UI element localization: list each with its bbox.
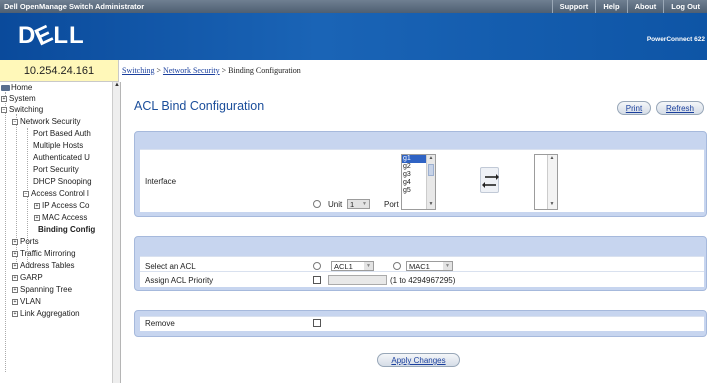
chevron-down-icon: ▼ xyxy=(364,262,373,270)
expand-icon[interactable]: + xyxy=(34,214,40,221)
priority-checkbox[interactable] xyxy=(313,276,321,284)
priority-label: Assign ACL Priority xyxy=(145,276,214,285)
help-link[interactable]: Help xyxy=(595,0,626,13)
tree-item-switching[interactable]: − Switching xyxy=(1,105,43,114)
tree-item-system[interactable]: + System xyxy=(1,94,36,103)
unit-port-radio[interactable] xyxy=(313,200,321,208)
scroll-down-icon[interactable]: ▼ xyxy=(548,201,556,209)
selected-port-list[interactable]: ▲ ▼ xyxy=(534,154,558,210)
expand-icon[interactable]: + xyxy=(12,238,18,245)
expand-icon[interactable]: + xyxy=(12,274,18,281)
tree-item-dhcp-snooping[interactable]: DHCP Snooping xyxy=(33,177,92,186)
tree-item-home[interactable]: Home xyxy=(1,83,32,92)
breadcrumb-current: Binding Configuration xyxy=(228,66,301,75)
scroll-down-icon[interactable]: ▼ xyxy=(427,201,435,209)
unit-value: 1 xyxy=(350,200,355,209)
port-label: Port xyxy=(384,200,399,209)
breadcrumb-network-security[interactable]: Network Security xyxy=(163,66,220,75)
chevron-down-icon: ▼ xyxy=(443,262,452,270)
breadcrumb: Switching > Network Security > Binding C… xyxy=(122,66,301,75)
tree-item-address-tables[interactable]: + Address Tables xyxy=(12,261,75,270)
transfer-button[interactable] xyxy=(480,167,499,193)
remove-row xyxy=(140,316,704,331)
app-title: Dell OpenManage Switch Administrator xyxy=(4,2,145,11)
tree-item-ports[interactable]: + Ports xyxy=(12,237,39,246)
scroll-up-icon[interactable]: ▲ xyxy=(427,155,435,163)
expand-icon[interactable]: + xyxy=(12,262,18,269)
tree-item-access-control[interactable]: − Access Control l xyxy=(23,189,89,198)
banner: DELL PowerConnect 622 xyxy=(0,13,707,60)
select-acl-label: Select an ACL xyxy=(145,262,196,271)
row-divider xyxy=(140,271,704,272)
mac-acl-select[interactable]: MAC1 ▼ xyxy=(406,261,453,271)
mac1-radio[interactable] xyxy=(393,262,401,270)
priority-input[interactable] xyxy=(328,275,387,285)
ip-acl-select[interactable]: ACL1 ▼ xyxy=(331,261,374,271)
logout-link[interactable]: Log Out xyxy=(663,0,707,13)
port-list[interactable]: g1 g2 g3 g4 g5 ▲ ▼ xyxy=(401,154,436,210)
collapse-icon[interactable]: − xyxy=(1,106,7,113)
scroll-up-icon[interactable]: ▲ xyxy=(113,82,120,90)
support-link[interactable]: Support xyxy=(551,0,596,13)
tree-item-port-security[interactable]: Port Security xyxy=(33,165,79,174)
tree-item-vlan[interactable]: + VLAN xyxy=(12,297,41,306)
acl1-value: ACL1 xyxy=(334,262,353,271)
unit-label: Unit xyxy=(328,200,343,209)
tree-item-mac-access[interactable]: + MAC Access xyxy=(34,213,87,222)
expand-icon[interactable]: + xyxy=(12,298,18,305)
breadcrumb-sep: > xyxy=(154,66,163,75)
expand-icon[interactable]: + xyxy=(34,202,40,209)
remove-checkbox[interactable] xyxy=(313,319,321,327)
ip-address: 10.254.24.161 xyxy=(0,60,119,82)
tree-scrollbar[interactable]: ▲ xyxy=(112,82,120,383)
refresh-button[interactable]: Refresh xyxy=(656,101,704,115)
acl1-radio[interactable] xyxy=(313,262,321,270)
tree-item-spanning-tree[interactable]: + Spanning Tree xyxy=(12,285,72,294)
interface-label: Interface xyxy=(145,177,177,186)
swap-arrows-icon xyxy=(482,174,499,188)
selected-list-scrollbar[interactable]: ▲ ▼ xyxy=(547,155,557,209)
unit-select[interactable]: 1 ▼ xyxy=(347,199,370,209)
apply-changes-button[interactable]: Apply Changes xyxy=(377,353,460,367)
chevron-down-icon: ▼ xyxy=(360,200,369,208)
expand-icon[interactable]: + xyxy=(12,286,18,293)
tree-item-multiple-hosts[interactable]: Multiple Hosts xyxy=(33,141,83,150)
scroll-up-icon[interactable]: ▲ xyxy=(548,155,556,163)
expand-icon[interactable]: + xyxy=(12,250,18,257)
tree-item-binding-config[interactable]: Binding Config xyxy=(38,225,95,234)
tree-item-port-based-auth[interactable]: Port Based Auth xyxy=(33,129,91,138)
mac1-value: MAC1 xyxy=(409,262,430,271)
priority-range-hint: (1 to 4294967295) xyxy=(390,276,456,285)
tree-item-garp[interactable]: + GARP xyxy=(12,273,43,282)
print-button[interactable]: Print xyxy=(617,101,651,115)
collapse-icon[interactable]: − xyxy=(12,118,18,125)
nav-tree: Home + System − Switching − Network Securit… xyxy=(0,82,121,383)
collapse-icon[interactable]: − xyxy=(23,190,29,197)
product-name: PowerConnect 622 xyxy=(646,36,705,43)
about-link[interactable]: About xyxy=(626,0,664,13)
expand-icon[interactable]: + xyxy=(1,95,7,102)
remove-label: Remove xyxy=(145,319,175,328)
home-icon xyxy=(1,84,10,91)
dell-logo: DELL xyxy=(18,19,85,52)
port-list-scrollbar[interactable]: ▲ ▼ xyxy=(426,155,435,209)
breadcrumb-switching[interactable]: Switching xyxy=(122,66,154,75)
top-links: Support Help About Log Out xyxy=(551,0,707,13)
scroll-thumb[interactable] xyxy=(428,164,434,176)
tree-item-link-aggregation[interactable]: + Link Aggregation xyxy=(12,309,80,318)
tree-guide-line xyxy=(5,92,6,372)
top-bar: Dell OpenManage Switch Administrator Sup… xyxy=(0,0,707,13)
tree-item-authenticated-users[interactable]: Authenticated U xyxy=(33,153,90,162)
tree-item-ip-access[interactable]: + IP Access Co xyxy=(34,201,89,210)
tree-item-traffic-mirroring[interactable]: + Traffic Mirroring xyxy=(12,249,76,258)
breadcrumb-sep: > xyxy=(219,66,229,75)
tree-item-network-security[interactable]: − Network Security xyxy=(12,117,80,126)
page-title: ACL Bind Configuration xyxy=(134,99,265,113)
expand-icon[interactable]: + xyxy=(12,310,18,317)
